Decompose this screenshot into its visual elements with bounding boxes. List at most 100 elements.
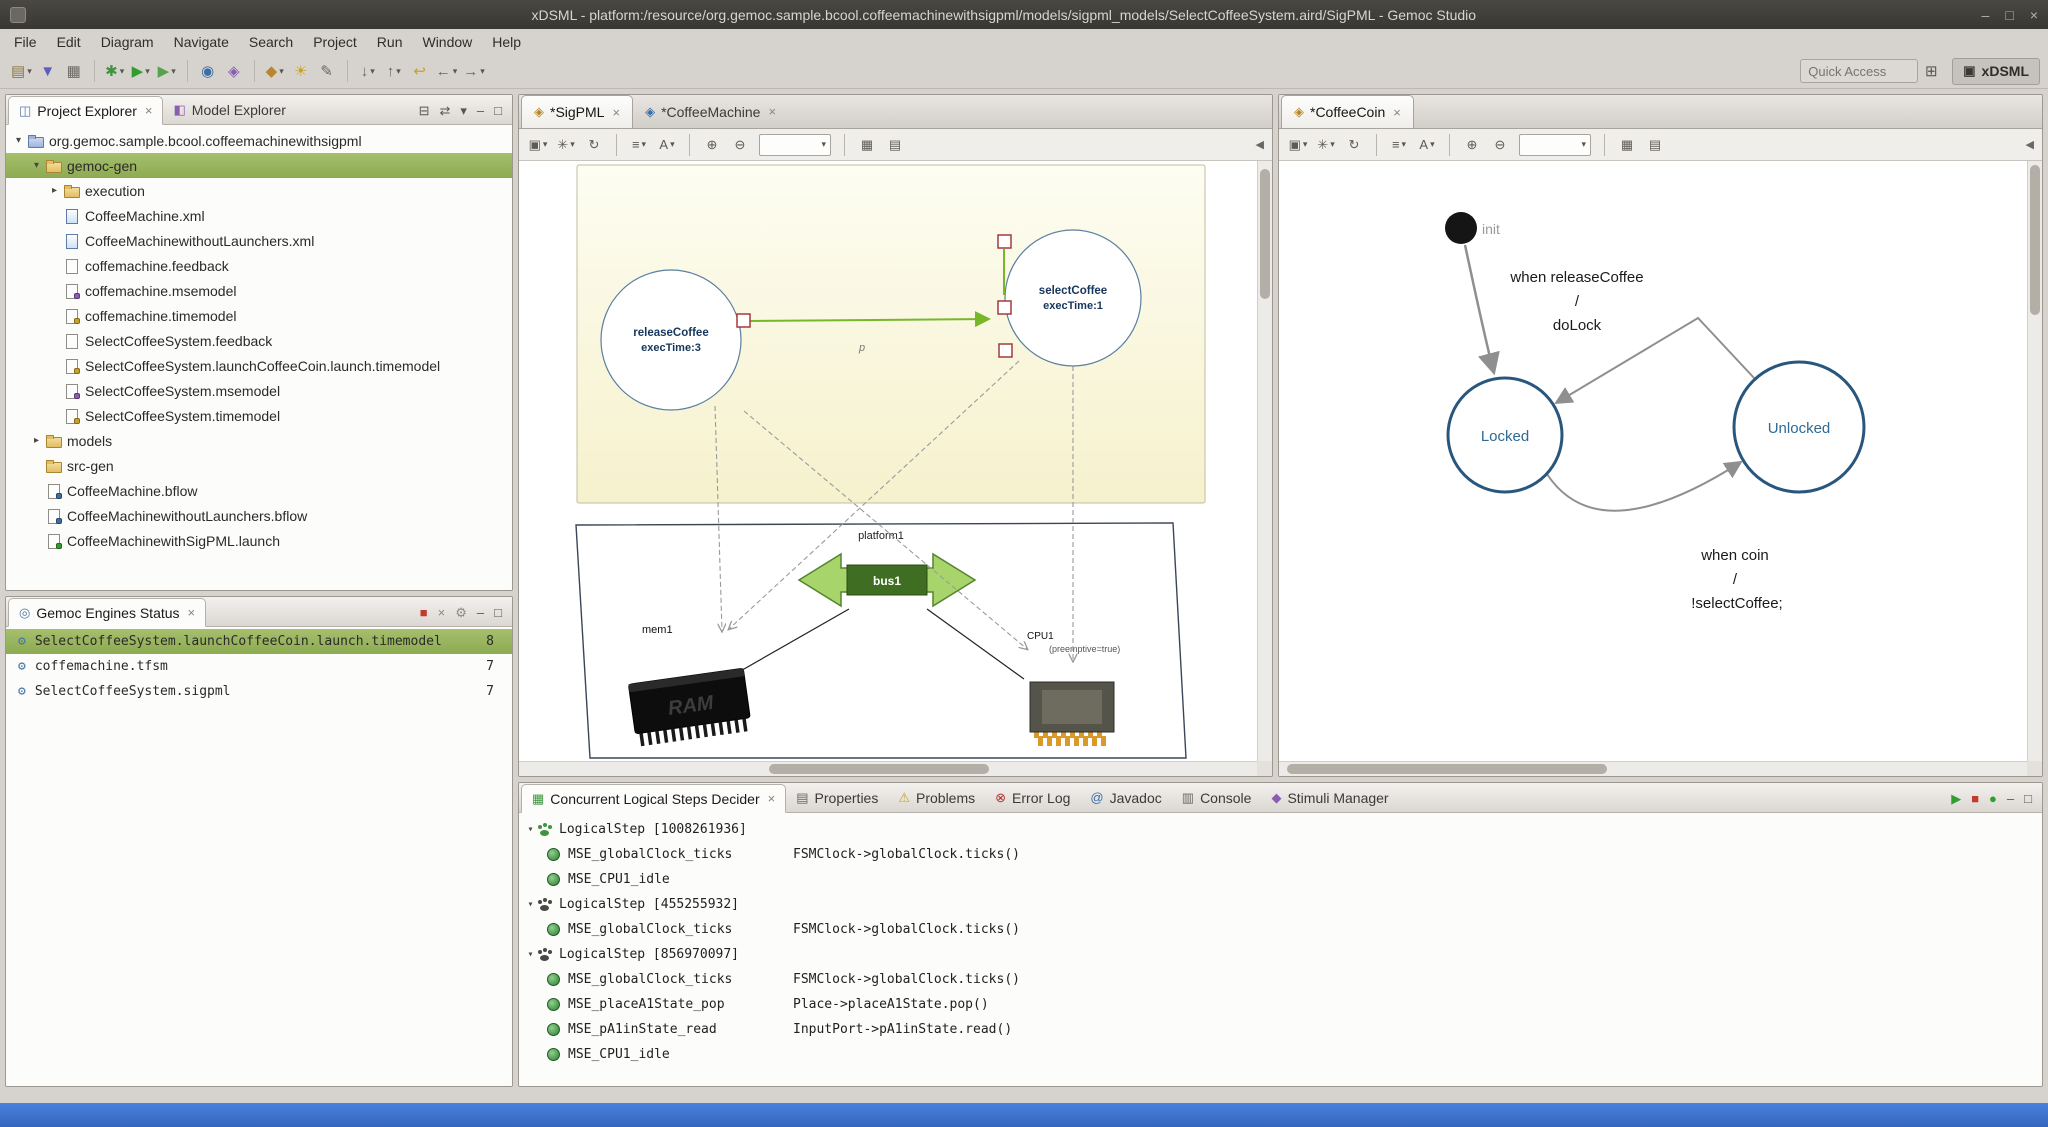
minimize-icon[interactable]: – xyxy=(477,606,484,619)
alignment-tool-button[interactable]: ≡▾ xyxy=(1387,133,1411,157)
tab-problems[interactable]: ⚠Problems xyxy=(888,783,985,812)
print-button[interactable]: ▦ xyxy=(62,58,86,84)
minimize-icon[interactable]: – xyxy=(2007,792,2014,805)
new-wizard-button[interactable]: ◆▾ xyxy=(263,58,287,84)
forward-button[interactable]: →▾ xyxy=(461,58,487,84)
dispose-engine-icon[interactable]: × xyxy=(438,606,446,619)
external-tools-button[interactable]: ▶▾ xyxy=(155,58,179,84)
tree-item-models[interactable]: ▸models xyxy=(6,428,512,453)
logical-step-row[interactable]: ▾LogicalStep [455255932] xyxy=(519,892,2042,917)
run-button[interactable]: ▶▾ xyxy=(129,58,153,84)
port[interactable] xyxy=(737,314,750,327)
window-maximize-button[interactable]: □ xyxy=(2005,7,2013,23)
maximize-icon[interactable]: □ xyxy=(2024,792,2032,805)
menu-edit[interactable]: Edit xyxy=(47,31,91,53)
mse-row[interactable]: MSE_globalClock_ticksFSMClock->globalClo… xyxy=(519,967,2042,992)
actor-releasecoffee[interactable] xyxy=(601,270,741,410)
edit-mark-button[interactable]: ✎ xyxy=(315,58,339,84)
mse-row[interactable]: MSE_placeA1State_popPlace->placeA1State.… xyxy=(519,992,2042,1017)
dropdown-arrow-icon[interactable]: ▾ xyxy=(279,66,284,77)
stop-icon[interactable]: ■ xyxy=(1971,792,1979,805)
gemoc-engine-button[interactable]: ◉ xyxy=(196,58,220,84)
dropdown-arrow-icon[interactable]: ▾ xyxy=(642,139,647,150)
zoom-out-button[interactable]: ⊖ xyxy=(1488,133,1512,157)
logical-step-row[interactable]: ▾LogicalStep [1008261936] xyxy=(519,817,2042,842)
close-icon[interactable]: × xyxy=(768,104,776,119)
collapse-all-icon[interactable]: ⊟ xyxy=(419,104,430,117)
next-annotation-button[interactable]: ↓▾ xyxy=(356,58,380,84)
transition-coin[interactable] xyxy=(1547,462,1741,511)
dropdown-arrow-icon[interactable]: ▾ xyxy=(120,66,125,77)
zoom-in-button[interactable]: ⊕ xyxy=(1460,133,1484,157)
zoom-in-button[interactable]: ⊕ xyxy=(700,133,724,157)
expander-icon[interactable]: ▾ xyxy=(28,160,45,171)
maximize-icon[interactable]: □ xyxy=(494,606,502,619)
perspective-xdsml-button[interactable]: ▣ xDSML xyxy=(1952,58,2040,85)
tree-item-coffeemachine-xml[interactable]: CoffeeMachine.xml xyxy=(6,203,512,228)
alignment-tool-button[interactable]: ≡▾ xyxy=(627,133,651,157)
tree-item-selectcoffeesystem-feedback[interactable]: SelectCoffeeSystem.feedback xyxy=(6,328,512,353)
new-button[interactable]: ▤▾ xyxy=(9,58,34,84)
menu-window[interactable]: Window xyxy=(412,31,482,53)
tree-item-selectcoffeesystem-launchcoffeecoin-launch-timemodel[interactable]: SelectCoffeeSystem.launchCoffeeCoin.laun… xyxy=(6,353,512,378)
tab-project-explorer[interactable]: ◫Project Explorer× xyxy=(8,96,163,125)
tab-coffeecoin[interactable]: ◈*CoffeeCoin× xyxy=(1281,95,1414,128)
export-image-button[interactable]: ▦ xyxy=(855,133,879,157)
expander-icon[interactable]: ▸ xyxy=(46,185,63,196)
tab-gemoc-engines-status[interactable]: ◎Gemoc Engines Status× xyxy=(8,598,206,627)
engine-row[interactable]: ⚙coffemachine.tfsm7 xyxy=(6,654,512,679)
mse-row[interactable]: MSE_CPU1_idle xyxy=(519,867,2042,892)
tree-item-coffemachine-timemodel[interactable]: coffemachine.timemodel xyxy=(6,303,512,328)
engine-row[interactable]: ⚙SelectCoffeeSystem.sigpml7 xyxy=(6,679,512,704)
coffeecoin-canvas[interactable]: init when releaseCoffee / doLock when co… xyxy=(1279,161,2042,776)
collapse-editor-icon[interactable]: ◀ xyxy=(1256,138,1266,151)
port[interactable] xyxy=(999,344,1012,357)
expander-icon[interactable]: ▾ xyxy=(519,824,536,835)
expander-icon[interactable]: ▸ xyxy=(28,435,45,446)
dropdown-arrow-icon[interactable]: ▾ xyxy=(570,139,575,150)
tree-item-coffeemachinewithsigpml-launch[interactable]: CoffeeMachinewithSigPML.launch xyxy=(6,528,512,553)
menu-navigate[interactable]: Navigate xyxy=(164,31,239,53)
layout-tool-button[interactable]: ▣▾ xyxy=(1286,133,1310,157)
expander-icon[interactable]: ▾ xyxy=(10,135,27,146)
tab-error-log[interactable]: ⊗Error Log xyxy=(985,783,1080,812)
tree-item-coffemachine-feedback[interactable]: coffemachine.feedback xyxy=(6,253,512,278)
zoom-level-combo[interactable]: ▾ xyxy=(759,134,831,156)
vertical-scrollbar[interactable] xyxy=(2027,161,2042,761)
quick-access-input[interactable] xyxy=(1800,59,1918,83)
filters-tool-button[interactable]: ✳▾ xyxy=(1314,133,1338,157)
scroll-thumb[interactable] xyxy=(769,764,989,774)
decider-icon[interactable]: ● xyxy=(1989,792,1997,805)
animator-button[interactable]: ◈ xyxy=(222,58,246,84)
mse-row[interactable]: MSE_globalClock_ticksFSMClock->globalClo… xyxy=(519,842,2042,867)
layout-tool-button[interactable]: ▣▾ xyxy=(526,133,550,157)
init-transition[interactable] xyxy=(1465,245,1494,373)
actor-selectcoffee[interactable] xyxy=(1005,230,1141,366)
close-icon[interactable]: × xyxy=(188,605,196,620)
expander-icon[interactable]: ▾ xyxy=(519,949,536,960)
port[interactable] xyxy=(998,301,1011,314)
dropdown-arrow-icon[interactable]: ▾ xyxy=(1330,139,1335,150)
dropdown-arrow-icon[interactable]: ▾ xyxy=(1430,139,1435,150)
layers-button[interactable]: ▤ xyxy=(1643,133,1667,157)
minimize-icon[interactable]: – xyxy=(477,104,484,117)
tab-stimuli-manager[interactable]: ◆Stimuli Manager xyxy=(1261,783,1398,812)
dispose-all-engines-icon[interactable]: ⚙ xyxy=(455,606,467,619)
last-edit-button[interactable]: ↩ xyxy=(408,58,432,84)
tree-item-selectcoffeesystem-timemodel[interactable]: SelectCoffeeSystem.timemodel xyxy=(6,403,512,428)
font-tool-button[interactable]: A▾ xyxy=(655,133,679,157)
debug-button[interactable]: ✱▾ xyxy=(103,58,127,84)
stop-engine-icon[interactable]: ■ xyxy=(420,606,428,619)
dropdown-arrow-icon[interactable]: ▾ xyxy=(171,66,176,77)
menu-help[interactable]: Help xyxy=(482,31,531,53)
tree-item-src-gen[interactable]: src-gen xyxy=(6,453,512,478)
close-icon[interactable]: × xyxy=(768,791,776,806)
scroll-thumb[interactable] xyxy=(1287,764,1607,774)
filters-tool-button[interactable]: ✳▾ xyxy=(554,133,578,157)
dropdown-arrow-icon[interactable]: ▾ xyxy=(1402,139,1407,150)
mse-row[interactable]: MSE_CPU1_idle xyxy=(519,1042,2042,1067)
dropdown-arrow-icon[interactable]: ▾ xyxy=(453,66,458,77)
vertical-scrollbar[interactable] xyxy=(1257,161,1272,761)
menu-run[interactable]: Run xyxy=(367,31,413,53)
layers-button[interactable]: ▤ xyxy=(883,133,907,157)
